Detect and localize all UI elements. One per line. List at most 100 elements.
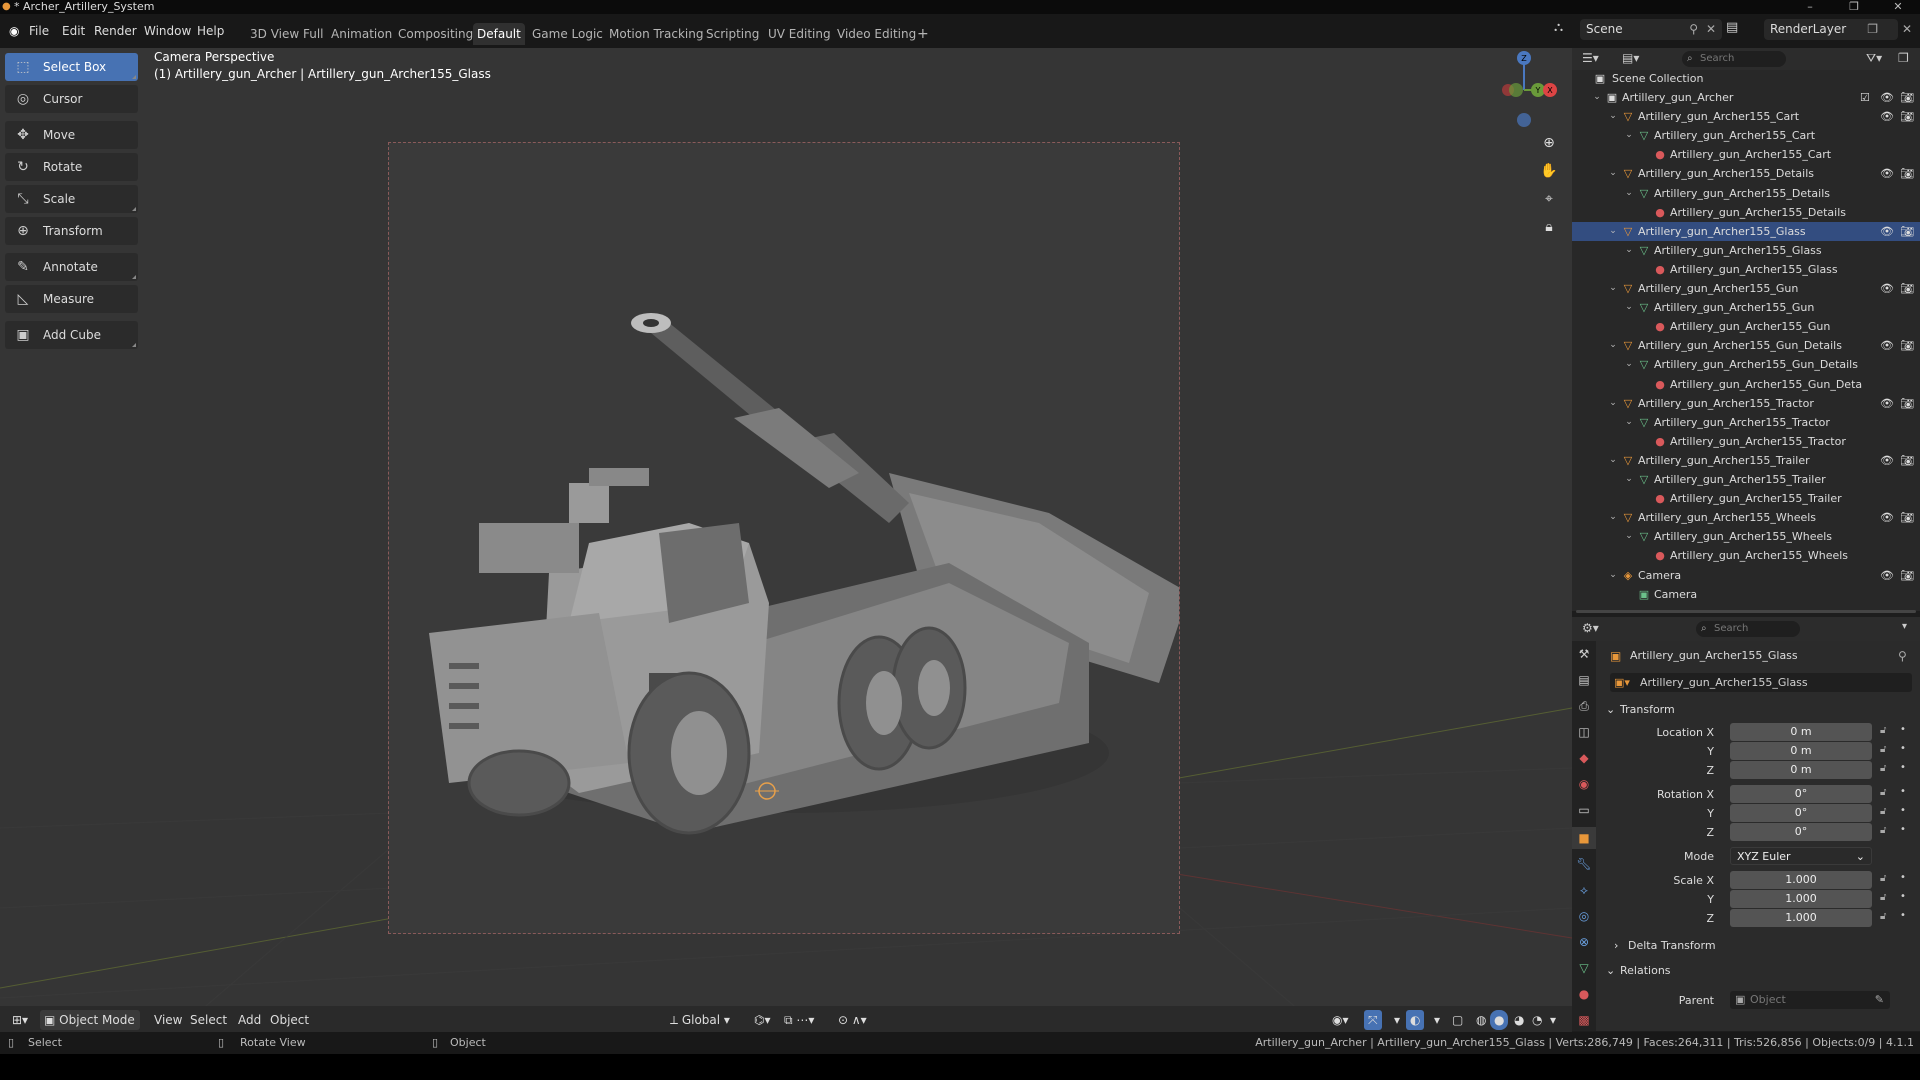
camera-row[interactable]: ⌄ ◈ Camera 👁︎ 📷︎: [1572, 566, 1920, 585]
scale-y-field[interactable]: 1.000: [1730, 890, 1872, 908]
keyframe-dot-icon[interactable]: •: [1900, 872, 1906, 883]
menu-render[interactable]: Render: [89, 20, 142, 42]
lock-icon[interactable]: 🔓︎: [1880, 787, 1886, 798]
pin-icon[interactable]: ⚲: [1689, 19, 1698, 40]
keyframe-dot-icon[interactable]: •: [1900, 724, 1906, 735]
object-row[interactable]: ⌄ ▽ Artillery_gun_Archer155_Trailer 👁︎ 📷︎: [1572, 451, 1920, 470]
object-row[interactable]: ⌄ ▽ Artillery_gun_Archer155_Gun_Details 👁︎ 📷…: [1572, 336, 1920, 355]
pin-icon[interactable]: ⚲: [1898, 649, 1907, 663]
close-button[interactable]: ✕: [1880, 0, 1916, 14]
display-mode-icon[interactable]: ▤▾: [1622, 51, 1639, 65]
render-camera-icon[interactable]: 📷︎: [1900, 164, 1914, 183]
keyframe-dot-icon[interactable]: •: [1900, 824, 1906, 835]
shading-material-icon[interactable]: ◕: [1510, 1010, 1528, 1030]
render-camera-icon[interactable]: 📷︎: [1900, 451, 1914, 470]
collection-row[interactable]: ⌄ ▣ Artillery_gun_Archer ☑ 👁︎ 📷︎: [1572, 88, 1920, 107]
mesh-row[interactable]: ⌄ ▽ Artillery_gun_Archer155_Details: [1572, 184, 1920, 203]
keyframe-dot-icon[interactable]: •: [1900, 743, 1906, 754]
scene-icon[interactable]: ⛬: [1554, 20, 1563, 35]
maximize-button[interactable]: ❐: [1836, 0, 1872, 14]
gizmo-toggle-icon[interactable]: ⤧: [1364, 1010, 1382, 1030]
chevron-down-icon[interactable]: ⌄: [1624, 298, 1634, 317]
chevron-down-icon[interactable]: ⌄: [1624, 470, 1634, 489]
tab-texture-icon[interactable]: ▩: [1572, 1009, 1596, 1031]
add-workspace-button[interactable]: +: [913, 23, 933, 45]
tab-animation[interactable]: Animation: [327, 23, 396, 45]
chevron-down-icon[interactable]: ⌄: [1624, 184, 1634, 203]
shading-rendered-icon[interactable]: ◔: [1528, 1010, 1546, 1030]
render-camera-icon[interactable]: 📷︎: [1900, 107, 1914, 126]
proportional-edit-icon[interactable]: ⊙ ∧▾: [834, 1010, 871, 1030]
keyframe-dot-icon[interactable]: •: [1900, 805, 1906, 816]
view-layer-icon[interactable]: ▤: [1726, 20, 1738, 35]
outliner-search-input[interactable]: ⌕ Search: [1682, 51, 1786, 67]
pivot-icon[interactable]: ⌬▾: [750, 1010, 775, 1030]
exclude-checkbox[interactable]: ☑: [1860, 88, 1870, 107]
menu-view[interactable]: View: [150, 1010, 186, 1030]
render-camera-icon[interactable]: 📷︎: [1900, 508, 1914, 527]
menu-window[interactable]: Window: [139, 20, 196, 42]
lock-icon[interactable]: 🔓︎: [1880, 763, 1886, 774]
render-camera-icon[interactable]: 📷︎: [1900, 222, 1914, 241]
eye-icon[interactable]: 👁︎: [1880, 88, 1894, 107]
lock-icon[interactable]: 🔓︎: [1880, 806, 1886, 817]
mesh-row[interactable]: ⌄ ▽ Artillery_gun_Archer155_Trailer: [1572, 470, 1920, 489]
pan-hand-icon[interactable]: ✋: [1536, 158, 1562, 184]
tool-select-box[interactable]: ⬚ Select Box: [5, 53, 138, 81]
rotation-x-field[interactable]: 0°: [1730, 785, 1872, 803]
eye-icon[interactable]: 👁︎: [1880, 164, 1894, 183]
chevron-down-icon[interactable]: ⌄: [1608, 336, 1618, 355]
chevron-down-icon[interactable]: ⌄: [1608, 222, 1618, 241]
keyframe-dot-icon[interactable]: •: [1900, 891, 1906, 902]
chevron-down-icon[interactable]: ⌄: [1608, 566, 1618, 585]
tab-tool-icon[interactable]: ⚒: [1572, 643, 1596, 665]
shading-wireframe-icon[interactable]: ◍: [1472, 1010, 1490, 1030]
lock-icon[interactable]: 🔓︎: [1880, 892, 1886, 903]
chevron-down-icon[interactable]: ⌄: [1608, 394, 1618, 413]
chevron-down-icon[interactable]: ⌄: [1608, 164, 1618, 183]
tab-data-icon[interactable]: ▽: [1572, 957, 1596, 979]
keyframe-dot-icon[interactable]: •: [1900, 762, 1906, 773]
material-row[interactable]: ● Artillery_gun_Archer155_Details: [1572, 203, 1920, 222]
tab-game-logic[interactable]: Game Logic: [528, 23, 607, 45]
material-row[interactable]: ● Artillery_gun_Archer155_Glass: [1572, 260, 1920, 279]
tool-move[interactable]: ✥ Move: [5, 121, 138, 149]
scale-x-field[interactable]: 1.000: [1730, 871, 1872, 889]
render-camera-icon[interactable]: 📷︎: [1900, 88, 1914, 107]
material-row[interactable]: ● Artillery_gun_Archer155_Gun: [1572, 317, 1920, 336]
lock-icon[interactable]: 🔓︎: [1880, 911, 1886, 922]
scale-z-field[interactable]: 1.000: [1730, 909, 1872, 927]
mesh-row[interactable]: ⌄ ▽ Artillery_gun_Archer155_Gun_Details: [1572, 355, 1920, 374]
keyframe-dot-icon[interactable]: •: [1900, 786, 1906, 797]
chevron-down-icon[interactable]: ⌄: [1624, 126, 1634, 145]
tab-3d-view-full[interactable]: 3D View Full: [246, 23, 328, 45]
tab-compositing[interactable]: Compositing: [394, 23, 477, 45]
lock-icon[interactable]: 🔒︎: [1536, 214, 1562, 240]
tool-rotate[interactable]: ↻ Rotate: [5, 153, 138, 181]
tool-measure[interactable]: ◺ Measure: [5, 285, 138, 313]
lock-icon[interactable]: 🔓︎: [1880, 825, 1886, 836]
shading-solid-icon[interactable]: ●: [1490, 1010, 1509, 1030]
chevron-down-icon[interactable]: ⌄: [1624, 527, 1634, 546]
rotation-y-field[interactable]: 0°: [1730, 804, 1872, 822]
eye-icon[interactable]: 👁︎: [1880, 107, 1894, 126]
chevron-down-icon[interactable]: ⌄: [1624, 355, 1634, 374]
tool-add-cube[interactable]: ▣ Add Cube: [5, 321, 138, 349]
mesh-row[interactable]: ⌄ ▽ Artillery_gun_Archer155_Wheels: [1572, 527, 1920, 546]
object-row[interactable]: ⌄ ▽ Artillery_gun_Archer155_Gun 👁︎ 📷︎: [1572, 279, 1920, 298]
blender-menu-icon[interactable]: ◉: [4, 20, 24, 42]
render-camera-icon[interactable]: 📷︎: [1900, 336, 1914, 355]
tab-uv-editing[interactable]: UV Editing: [764, 23, 835, 45]
editor-type-icon[interactable]: ⊞▾: [8, 1010, 32, 1030]
scene-selector[interactable]: Scene ⚲ ✕: [1580, 19, 1722, 40]
lock-icon[interactable]: 🔓︎: [1880, 725, 1886, 736]
navigation-gizmo[interactable]: Z Y X: [1486, 48, 1566, 138]
orientation-dropdown[interactable]: ⟂ Global ▾: [666, 1010, 734, 1030]
overlay-toggle-icon[interactable]: ◐: [1406, 1010, 1425, 1030]
menu-file[interactable]: File: [24, 20, 54, 42]
filter-icon[interactable]: ⛛▾: [1866, 51, 1882, 66]
location-y-field[interactable]: 0 m: [1730, 742, 1872, 760]
overlay-dropdown-icon[interactable]: ▾: [1430, 1010, 1444, 1030]
eye-icon[interactable]: 👁︎: [1880, 279, 1894, 298]
camera-data-row[interactable]: ▣ Camera: [1572, 585, 1920, 604]
